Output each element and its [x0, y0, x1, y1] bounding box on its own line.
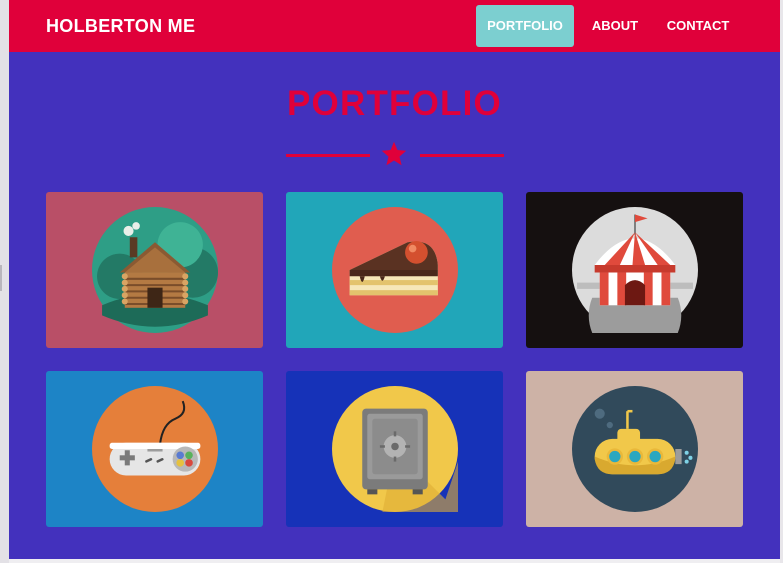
portfolio-item-circus[interactable]: [526, 192, 743, 348]
safe-icon: [332, 386, 458, 512]
nav-link-contact[interactable]: CONTACT: [657, 5, 739, 47]
divider-line-left: [286, 154, 370, 157]
cake-slice-icon: [332, 207, 458, 333]
nav-link-portfolio[interactable]: PORTFOLIO: [476, 5, 574, 47]
portfolio-item-cake[interactable]: [286, 192, 503, 348]
portfolio-item-cabin[interactable]: [46, 192, 263, 348]
game-controller-icon: [92, 386, 218, 512]
star-icon: [381, 141, 407, 166]
circus-tent-icon: [572, 207, 698, 333]
portfolio-item-controller[interactable]: [46, 371, 263, 527]
divider-line-right: [420, 154, 504, 157]
portfolio-item-safe[interactable]: [286, 371, 503, 527]
navbar: HOLBERTON ME PORTFOLIO ABOUT CONTACT: [9, 0, 780, 52]
portfolio-item-submarine[interactable]: [526, 371, 743, 527]
section-title: PORTFOLIO: [287, 84, 502, 123]
submarine-icon: [572, 386, 698, 512]
brand-logo[interactable]: HOLBERTON ME: [46, 0, 195, 52]
portfolio-section: PORTFOLIO: [9, 52, 780, 559]
window-bottom-edge: [9, 559, 780, 563]
nav-link-about[interactable]: ABOUT: [582, 5, 648, 47]
window-left-edge: [0, 0, 9, 563]
resize-handle[interactable]: [0, 265, 2, 291]
log-cabin-icon: [92, 207, 218, 333]
